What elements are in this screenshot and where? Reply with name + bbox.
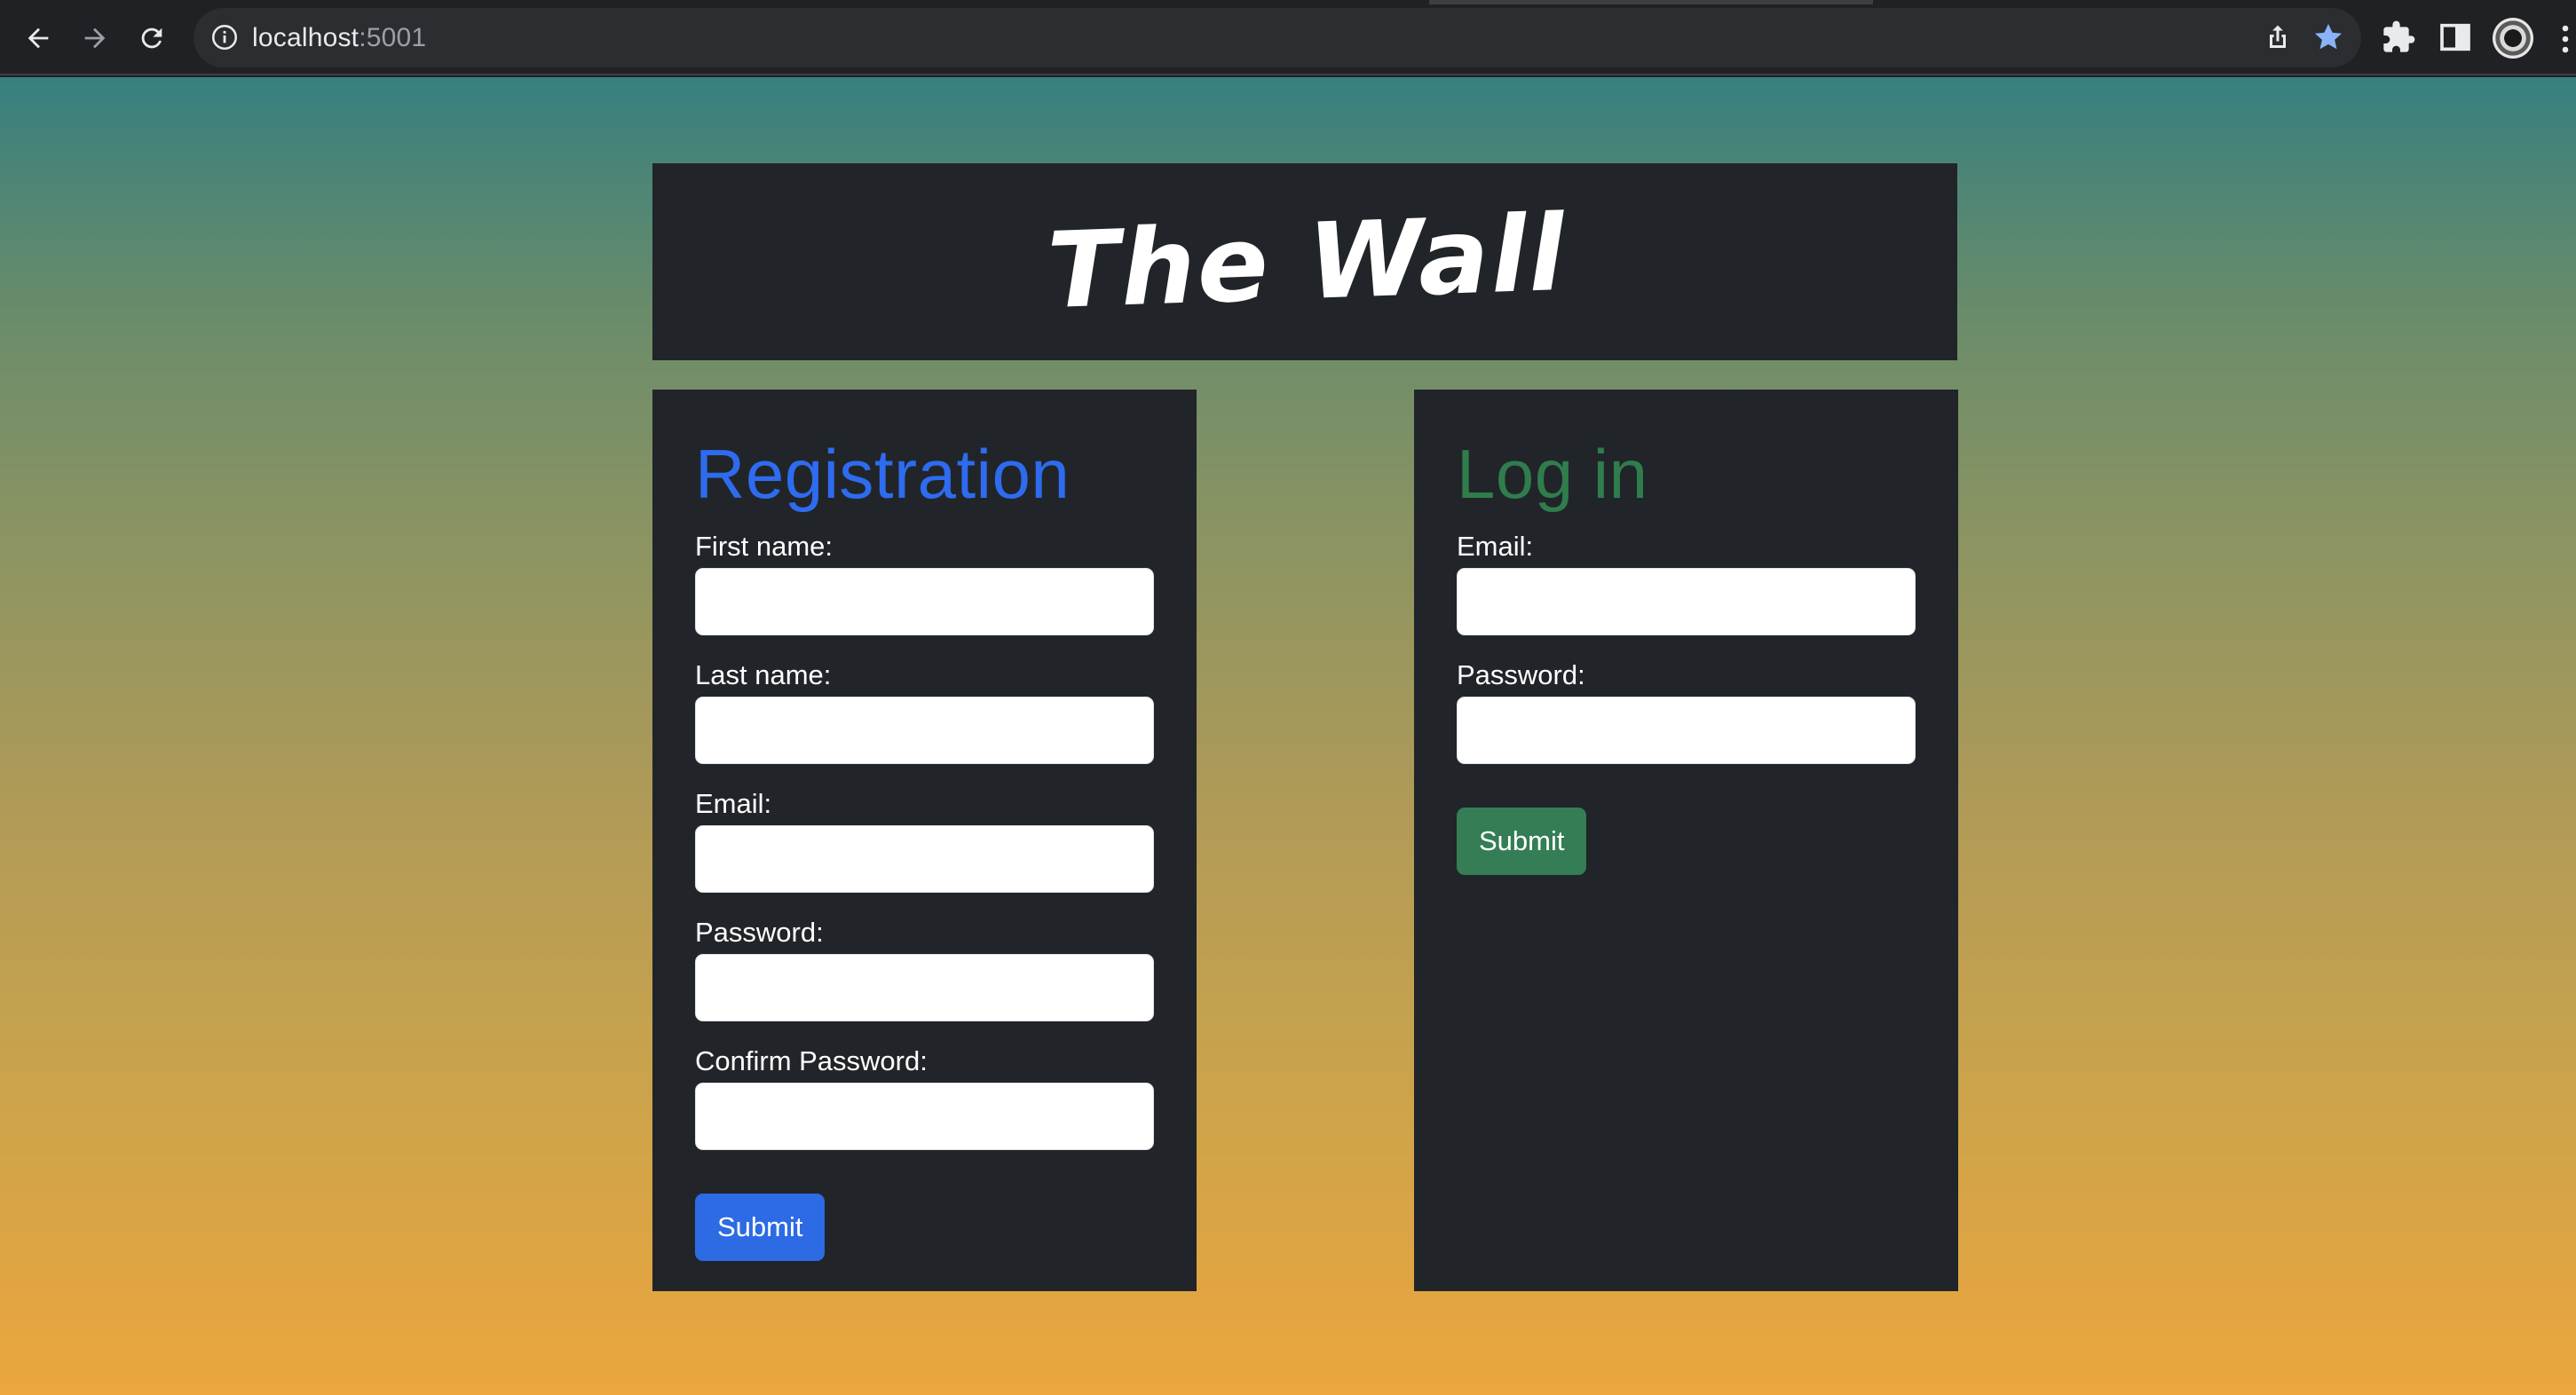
- site-header: The Wall: [652, 163, 1957, 360]
- registration-card: Registration First name: Last name: Emai…: [652, 390, 1197, 1291]
- reload-button[interactable]: [131, 18, 172, 59]
- confirm-password-input[interactable]: [695, 1083, 1154, 1150]
- forward-arrow-icon: [84, 28, 106, 49]
- back-button[interactable]: [18, 18, 59, 59]
- page-viewport: The Wall Registration First name: Last n…: [0, 77, 2576, 1395]
- last-name-input[interactable]: [695, 697, 1154, 764]
- side-panel-icon[interactable]: [2438, 20, 2473, 55]
- login-title: Log in: [1457, 435, 1648, 513]
- registration-password-input[interactable]: [695, 954, 1154, 1021]
- info-icon[interactable]: [209, 22, 240, 52]
- login-password-label: Password:: [1457, 659, 1585, 690]
- login-email-label: Email:: [1457, 531, 1534, 562]
- confirm-password-label: Confirm Password:: [695, 1045, 928, 1076]
- profile-avatar[interactable]: [2493, 18, 2533, 59]
- url-text: localhost:5001: [252, 8, 426, 67]
- address-bar[interactable]: localhost:5001: [194, 8, 2361, 67]
- reload-icon: [141, 28, 162, 49]
- url-host: localhost: [252, 23, 360, 52]
- menu-dots-icon[interactable]: [2556, 23, 2574, 55]
- site-title: The Wall: [1045, 191, 1569, 333]
- registration-email-label: Email:: [695, 788, 772, 819]
- login-submit-button[interactable]: Submit: [1457, 808, 1587, 875]
- registration-password-label: Password:: [695, 917, 824, 948]
- login-password-input[interactable]: [1457, 697, 1916, 764]
- registration-title: Registration: [695, 435, 1071, 513]
- url-port: :5001: [359, 23, 427, 52]
- first-name-label: First name:: [695, 531, 834, 562]
- back-arrow-icon: [28, 28, 49, 49]
- share-icon[interactable]: [2262, 21, 2294, 53]
- registration-submit-button[interactable]: Submit: [695, 1194, 826, 1261]
- registration-email-input[interactable]: [695, 825, 1154, 893]
- star-icon[interactable]: [2311, 20, 2345, 54]
- browser-toolbar: localhost:5001: [0, 0, 2576, 75]
- last-name-label: Last name:: [695, 659, 832, 690]
- extensions-icon[interactable]: [2381, 20, 2416, 55]
- forward-button[interactable]: [75, 18, 115, 59]
- first-name-input[interactable]: [695, 568, 1154, 635]
- tab-strip-edge: [1429, 0, 1873, 4]
- login-card: Log in Email: Password: Submit: [1414, 390, 1958, 1291]
- login-email-input[interactable]: [1457, 568, 1916, 635]
